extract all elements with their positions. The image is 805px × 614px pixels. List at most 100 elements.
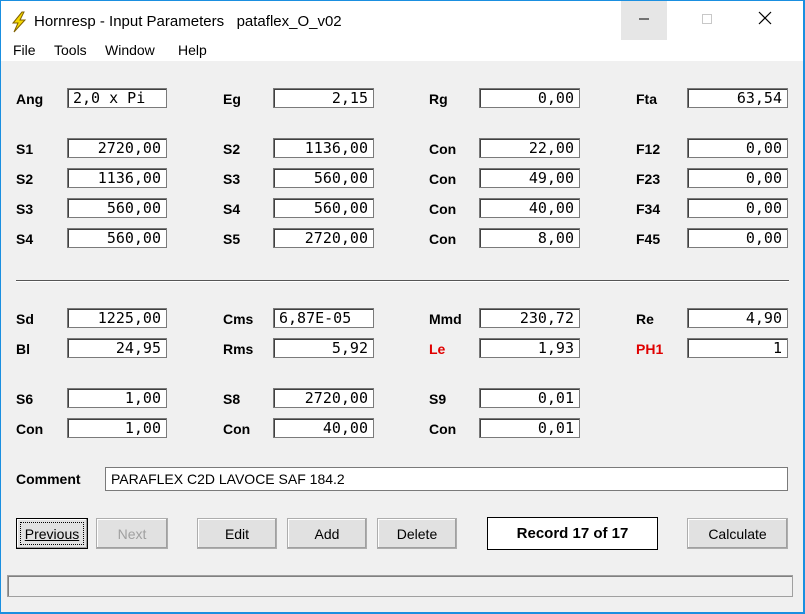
- bl-label: Bl: [16, 341, 30, 357]
- s3-field[interactable]: 560,00: [273, 168, 374, 188]
- section-divider: [16, 280, 789, 282]
- s1-field[interactable]: 2720,00: [67, 138, 167, 158]
- lightning-bolt-icon: [8, 11, 30, 33]
- s9-field[interactable]: 0,01: [479, 388, 580, 408]
- next-button-label: Next: [117, 525, 147, 542]
- s2-row-label: S2: [16, 171, 34, 187]
- ph1-label: PH1: [636, 341, 664, 357]
- title-bar: Hornresp - Input Parameters pataflex_O_v…: [1, 1, 803, 40]
- rg-label: Rg: [429, 91, 448, 107]
- f12-field[interactable]: 0,00: [687, 138, 788, 158]
- s4-field[interactable]: 560,00: [273, 198, 374, 218]
- con45-field[interactable]: 8,00: [479, 228, 580, 248]
- mmd-label: Mmd: [429, 311, 462, 327]
- delete-button-label: Delete: [396, 525, 438, 542]
- re-field[interactable]: 4,90: [687, 308, 788, 328]
- con23-label: Con: [429, 171, 457, 187]
- input-parameters-panel: Ang 2,0 x Pi Eg 2,15 Rg 0,00 Fta 63,54 S…: [1, 61, 803, 612]
- maximize-icon: [701, 12, 713, 30]
- s3-label: S3: [223, 171, 241, 187]
- f12-label: F12: [636, 141, 661, 157]
- con-s6-field[interactable]: 1,00: [67, 418, 167, 438]
- previous-button[interactable]: Previous: [16, 518, 88, 549]
- hornresp-window: Hornresp - Input Parameters pataflex_O_v…: [1, 1, 803, 612]
- s3-row-field[interactable]: 560,00: [67, 198, 167, 218]
- s2-label: S2: [223, 141, 241, 157]
- edit-button-label: Edit: [224, 525, 250, 542]
- calculate-button-label: Calculate: [708, 525, 767, 542]
- close-icon: [758, 11, 772, 30]
- next-button[interactable]: Next: [96, 518, 168, 549]
- con-s6-label: Con: [16, 421, 44, 437]
- maximize-button[interactable]: [684, 1, 730, 40]
- f34-label: F34: [636, 201, 661, 217]
- s4-label: S4: [223, 201, 241, 217]
- menu-help[interactable]: Help: [178, 42, 207, 58]
- add-button[interactable]: Add: [287, 518, 367, 549]
- con45-label: Con: [429, 231, 457, 247]
- previous-button-label: Previous: [24, 525, 80, 542]
- s8-label: S8: [223, 391, 241, 407]
- menu-bar: File Tools Window Help: [1, 40, 803, 61]
- mmd-field[interactable]: 230,72: [479, 308, 580, 328]
- s5-label: S5: [223, 231, 241, 247]
- status-bar: [7, 575, 793, 597]
- con34-label: Con: [429, 201, 457, 217]
- s4-row-label: S4: [16, 231, 34, 247]
- eg-field[interactable]: 2,15: [273, 88, 374, 108]
- con-s8-field[interactable]: 40,00: [273, 418, 374, 438]
- f23-label: F23: [636, 171, 661, 187]
- menu-window[interactable]: Window: [105, 42, 155, 58]
- fta-label: Fta: [636, 91, 657, 107]
- menu-file[interactable]: File: [13, 42, 36, 58]
- rms-label: Rms: [223, 341, 254, 357]
- comment-field[interactable]: PARAFLEX C2D LAVOCE SAF 184.2: [105, 467, 788, 491]
- calculate-button[interactable]: Calculate: [687, 518, 788, 549]
- f34-field[interactable]: 0,00: [687, 198, 788, 218]
- add-button-label: Add: [314, 525, 340, 542]
- edit-button[interactable]: Edit: [197, 518, 277, 549]
- le-field[interactable]: 1,93: [479, 338, 580, 358]
- cms-label: Cms: [223, 311, 254, 327]
- menu-tools[interactable]: Tools: [54, 42, 87, 58]
- s2-field[interactable]: 1136,00: [273, 138, 374, 158]
- sd-label: Sd: [16, 311, 34, 327]
- re-label: Re: [636, 311, 654, 327]
- s1-label: S1: [16, 141, 34, 157]
- ang-label: Ang: [16, 91, 44, 107]
- s6-field[interactable]: 1,00: [67, 388, 167, 408]
- s9-label: S9: [429, 391, 447, 407]
- con12-field[interactable]: 22,00: [479, 138, 580, 158]
- s6-label: S6: [16, 391, 34, 407]
- s8-field[interactable]: 2720,00: [273, 388, 374, 408]
- delete-button[interactable]: Delete: [377, 518, 457, 549]
- con-s9-field[interactable]: 0,01: [479, 418, 580, 438]
- ang-field[interactable]: 2,0 x Pi: [67, 88, 167, 108]
- con-s8-label: Con: [223, 421, 251, 437]
- s3-row-label: S3: [16, 201, 34, 217]
- close-button[interactable]: [742, 1, 788, 40]
- comment-label: Comment: [16, 471, 81, 487]
- sd-field[interactable]: 1225,00: [67, 308, 167, 328]
- rms-field[interactable]: 5,92: [273, 338, 374, 358]
- con34-field[interactable]: 40,00: [479, 198, 580, 218]
- con-s9-label: Con: [429, 421, 457, 437]
- con12-label: Con: [429, 141, 457, 157]
- eg-label: Eg: [223, 91, 241, 107]
- fta-field[interactable]: 63,54: [687, 88, 788, 108]
- le-label: Le: [429, 341, 446, 357]
- cms-field[interactable]: 6,87E-05: [273, 308, 374, 328]
- con23-field[interactable]: 49,00: [479, 168, 580, 188]
- s4-row-field[interactable]: 560,00: [67, 228, 167, 248]
- rg-field[interactable]: 0,00: [479, 88, 580, 108]
- minimize-icon: [638, 12, 650, 30]
- f23-field[interactable]: 0,00: [687, 168, 788, 188]
- minimize-button[interactable]: [621, 1, 667, 40]
- s5-field[interactable]: 2720,00: [273, 228, 374, 248]
- window-title: Hornresp - Input Parameters pataflex_O_v…: [34, 13, 342, 30]
- bl-field[interactable]: 24,95: [67, 338, 167, 358]
- f45-field[interactable]: 0,00: [687, 228, 788, 248]
- record-indicator: Record 17 of 17: [487, 517, 658, 550]
- ph1-field[interactable]: 1: [687, 338, 788, 358]
- s2-row-field[interactable]: 1136,00: [67, 168, 167, 188]
